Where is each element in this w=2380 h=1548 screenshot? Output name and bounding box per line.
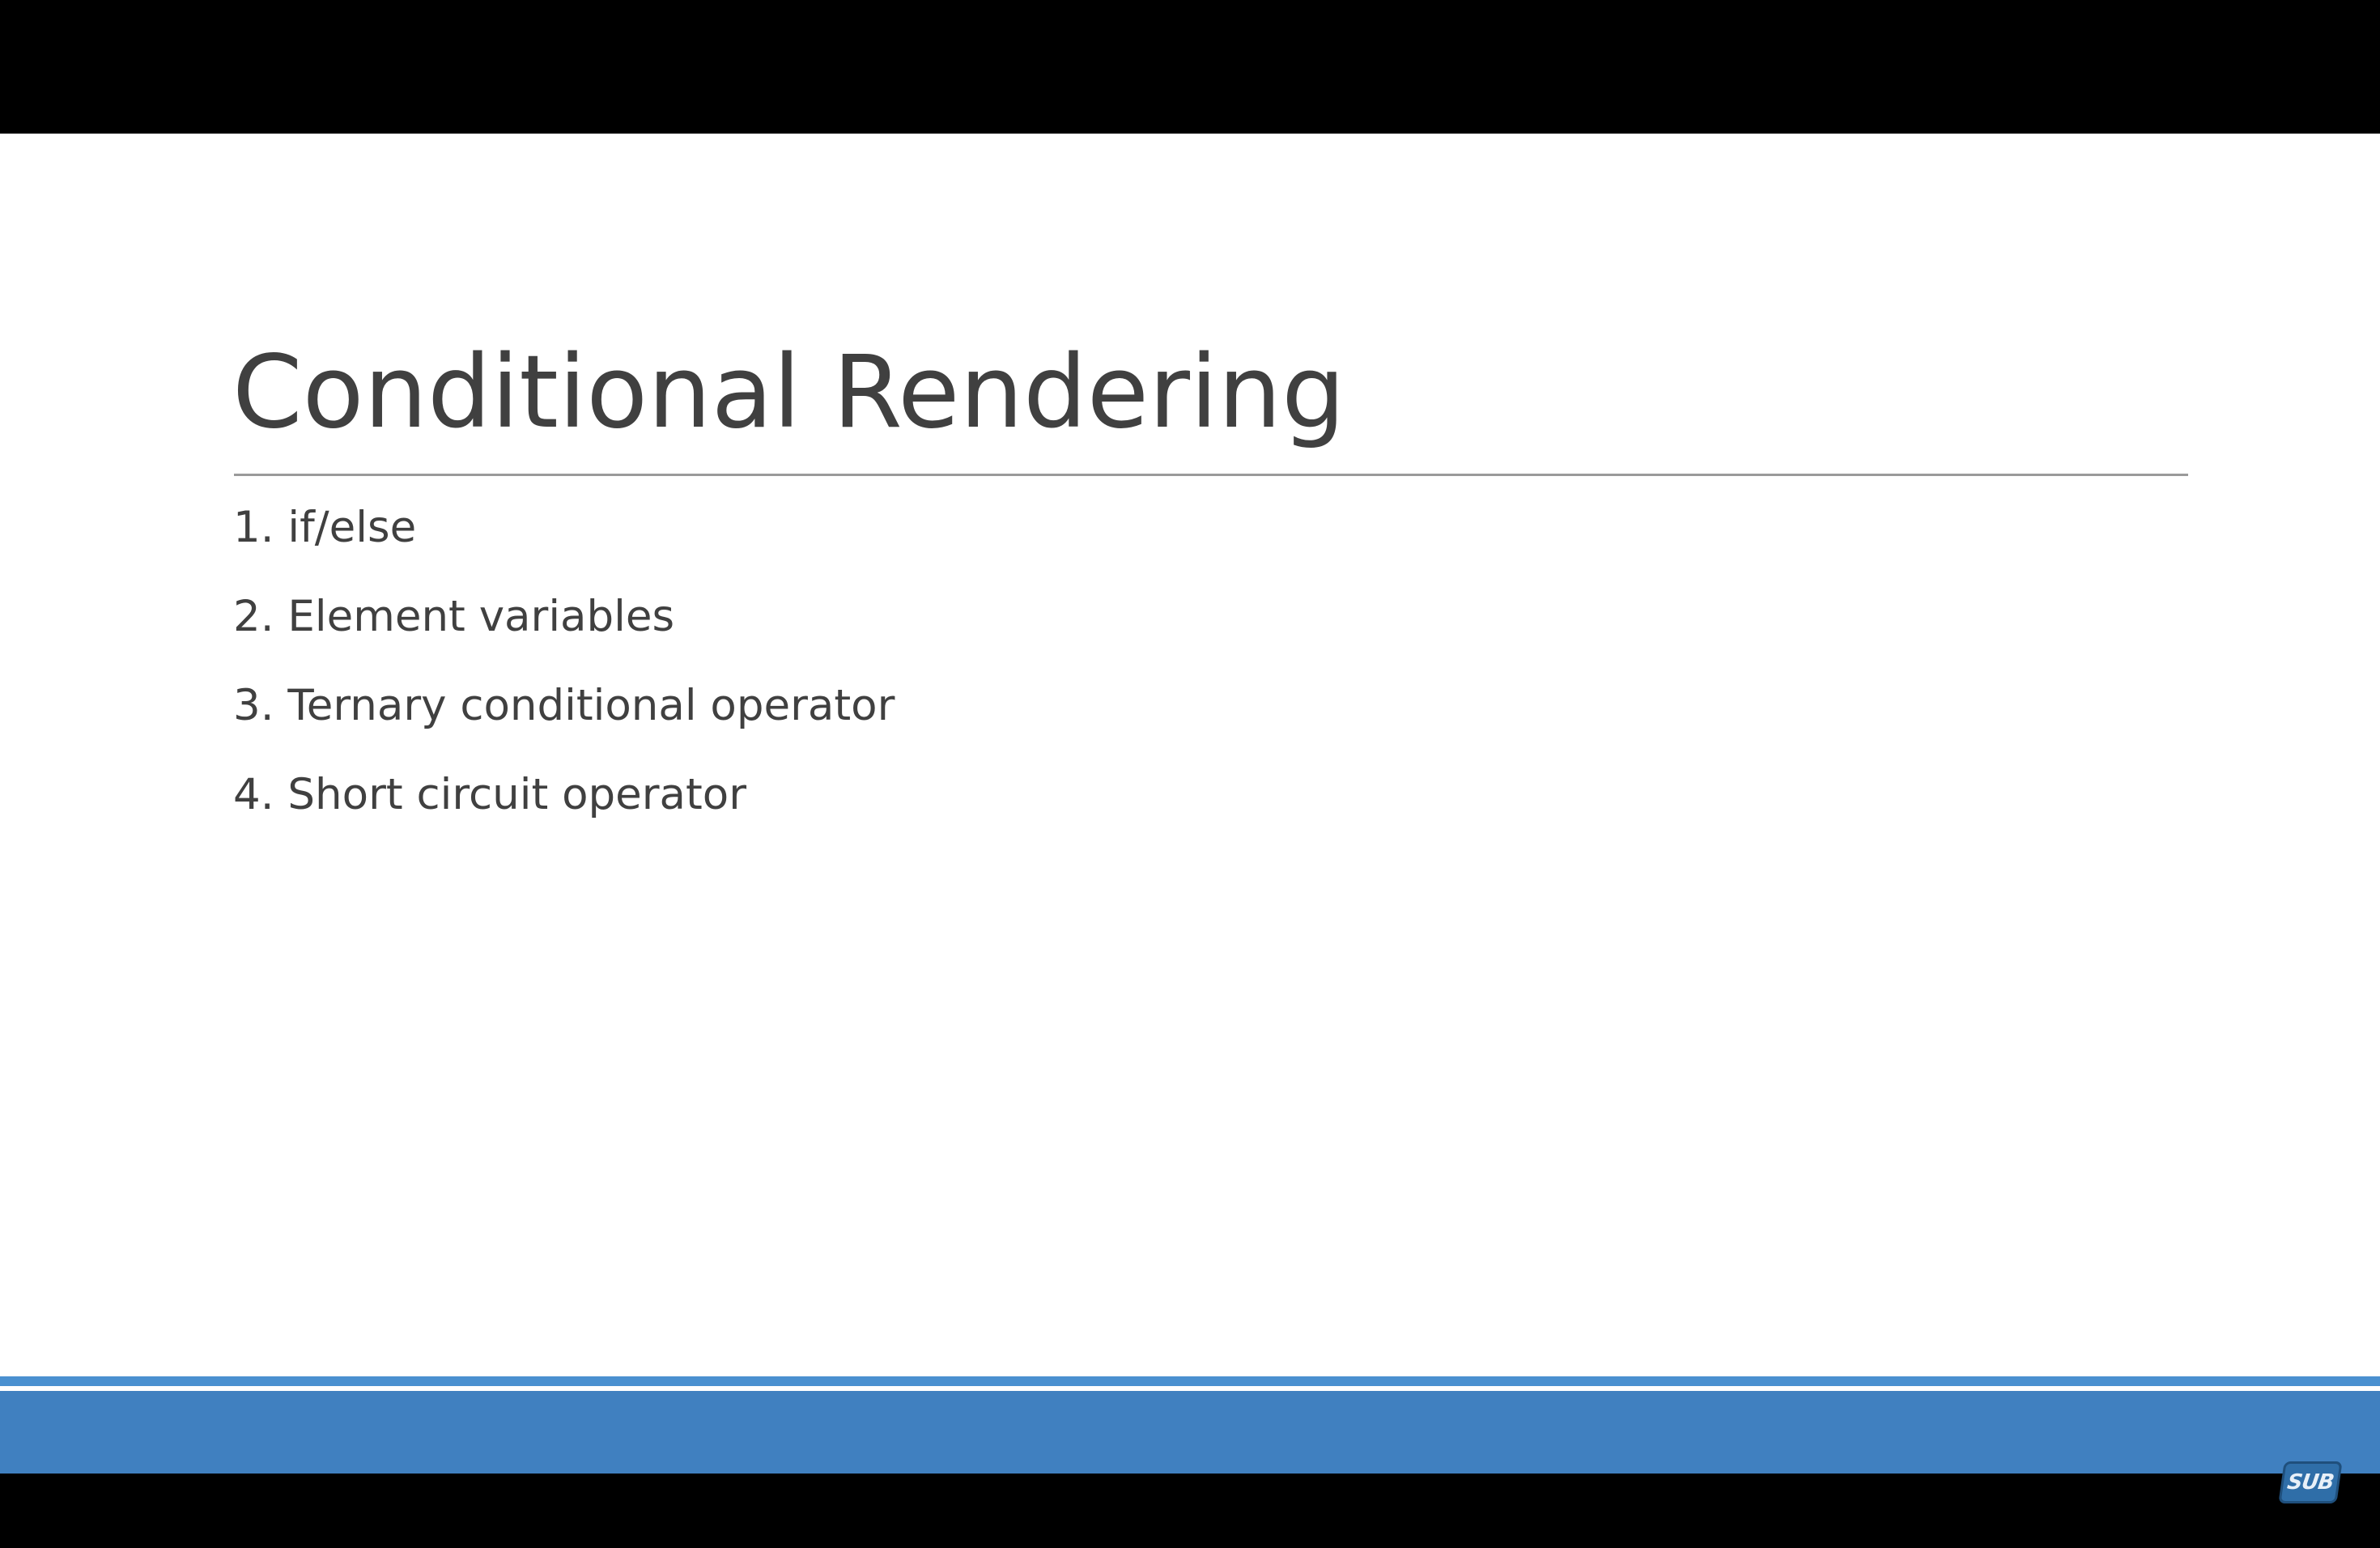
list-item: 1. if/else (233, 503, 417, 552)
video-frame: Conditional Rendering 1. if/else 2. Elem… (0, 0, 2380, 1548)
list-item: 2. Element variables (233, 592, 675, 641)
letterbox-bottom (0, 1474, 2380, 1548)
slide-title: Conditional Rendering (232, 334, 1345, 451)
footer-bar (0, 1391, 2380, 1474)
presentation-slide: Conditional Rendering 1. if/else 2. Elem… (0, 134, 2380, 1474)
subscribe-logo-icon[interactable]: SUB (2278, 1461, 2343, 1503)
title-divider (234, 474, 2188, 476)
letterbox-top (0, 0, 2380, 134)
slide-item-list: 1. if/else 2. Element variables 3. Terna… (233, 500, 895, 856)
list-item: 4. Short circuit operator (233, 770, 747, 819)
footer-accent-line (0, 1376, 2380, 1386)
list-item: 3. Ternary conditional operator (233, 681, 895, 730)
